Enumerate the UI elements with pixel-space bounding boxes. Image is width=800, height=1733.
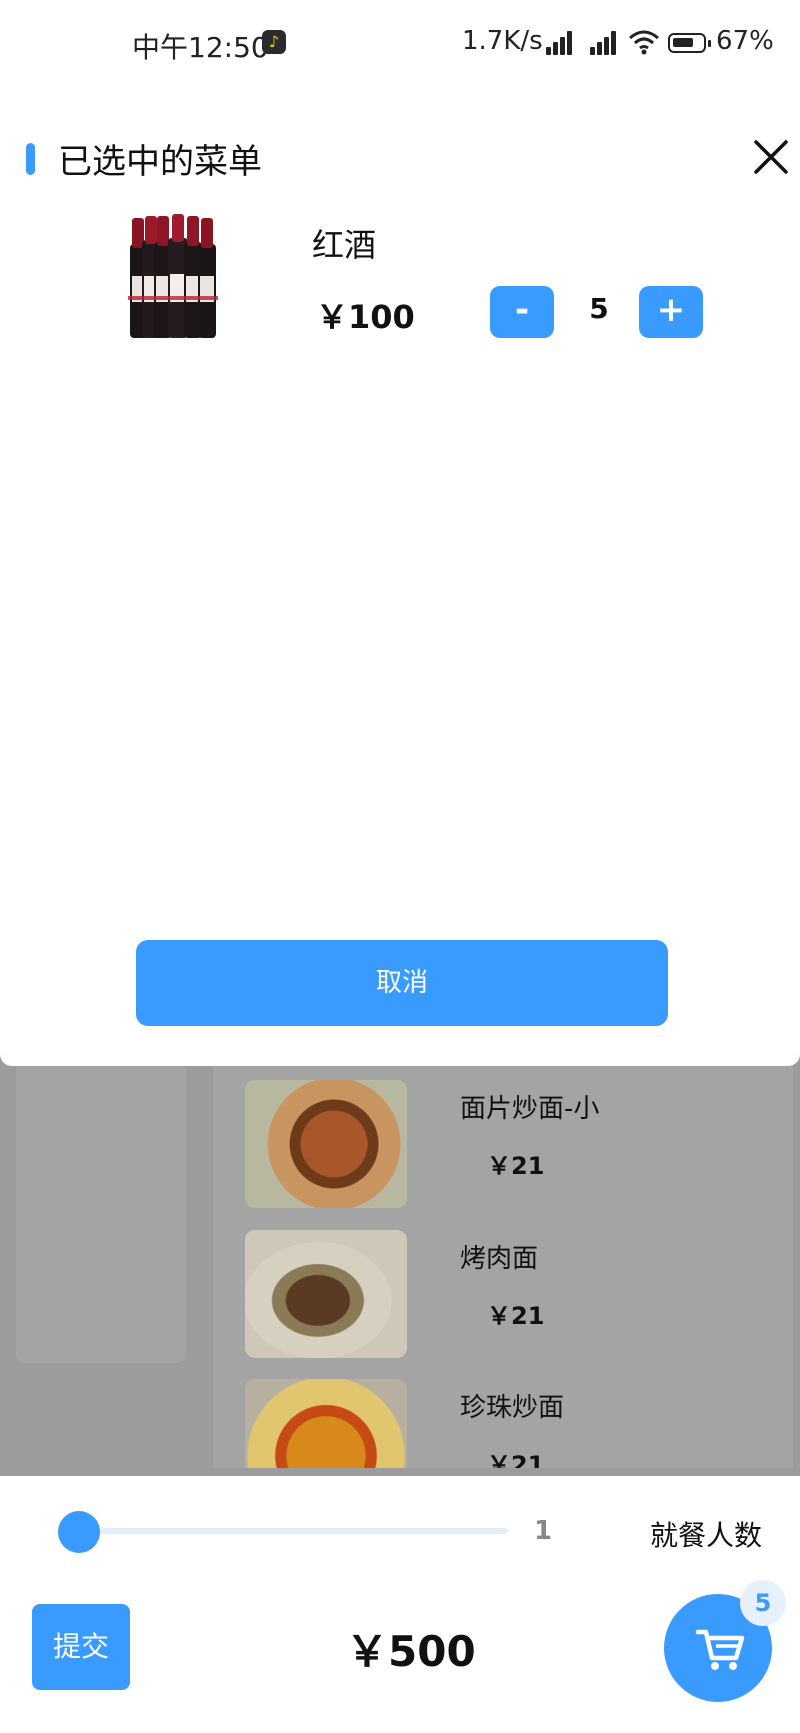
cart-count-badge: 5 [740,1580,786,1626]
category-sidebar [16,1040,186,1363]
menu-list: 面片炒面-小 ￥21 烤肉面 ￥21 珍珠炒面 ￥21 [213,1040,793,1468]
selected-menu-sheet: 中午12:50 ♪ 1.7K/s 67% 已选中的菜单 红酒 ￥100 - 5 … [0,0,800,1066]
sheet-title: 已选中的菜单 [58,142,262,182]
food-name: 珍珠炒面 [460,1393,565,1423]
list-item[interactable]: 烤肉面 ￥21 [245,1230,765,1360]
item-price: ￥100 [316,298,415,336]
decrease-quantity-button[interactable]: - [490,286,554,338]
status-time: 中午12:50 [132,31,269,64]
signal-icon [590,31,620,55]
list-item[interactable]: 珍珠炒面 ￥21 [245,1379,765,1468]
food-image [245,1230,407,1358]
diners-value: 1 [534,1516,553,1546]
close-icon[interactable] [752,138,790,176]
battery-icon [668,33,711,53]
food-image [245,1080,407,1208]
quantity-value: 5 [589,292,609,325]
signal-icon [546,31,576,55]
total-price: ￥500 [346,1627,476,1676]
food-price: ￥21 [487,1152,545,1180]
title-accent [26,143,35,175]
food-price: ￥21 [487,1302,545,1330]
wine-bottles-image [128,214,218,338]
battery-level: 67% [716,26,774,56]
wifi-icon [629,30,659,55]
cancel-button[interactable]: 取消 [136,940,668,1026]
network-speed: 1.7K/s [462,26,543,56]
food-image [245,1379,407,1468]
cart-item: 红酒 ￥100 - 5 + [0,200,800,350]
diners-slider-thumb[interactable] [58,1511,100,1553]
submit-button[interactable]: 提交 [32,1604,130,1690]
diners-slider-track[interactable] [78,1528,508,1534]
list-item[interactable]: 面片炒面-小 ￥21 [245,1080,765,1210]
diners-label: 就餐人数 [650,1519,763,1552]
tiktok-icon: ♪ [262,30,286,54]
status-bar: 中午12:50 ♪ 1.7K/s 67% [0,0,800,88]
increase-quantity-button[interactable]: + [639,286,703,338]
item-name: 红酒 [312,226,377,264]
food-price: ￥21 [487,1451,545,1468]
food-name: 面片炒面-小 [460,1094,600,1124]
bottom-bar: 1 就餐人数 提交 ￥500 5 [0,1476,800,1733]
food-name: 烤肉面 [460,1244,539,1274]
